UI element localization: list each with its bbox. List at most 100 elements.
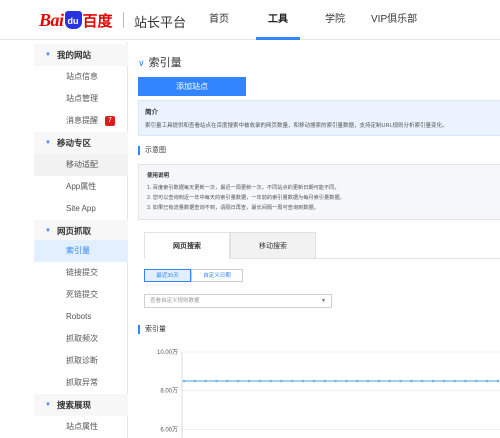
data-point[interactable] bbox=[204, 379, 207, 383]
page-title-text: 索引量 bbox=[148, 57, 182, 69]
triangle-down-icon: ▼ bbox=[45, 402, 51, 408]
sidebar-item-app-attr[interactable]: App属性 bbox=[34, 176, 128, 198]
sidebar-item-crawl-errors[interactable]: 抓取异常 bbox=[34, 372, 128, 394]
y-tick-label: 10.00万 bbox=[157, 349, 178, 356]
sidebar-item-label: 抓取异常 bbox=[66, 378, 98, 387]
sidebar: ▼ 我的网站 站点信息 站点管理 消息提醒 7 ▼ 移动专区 移动适配 App属… bbox=[34, 42, 128, 438]
data-point[interactable] bbox=[280, 379, 283, 383]
tab-mobile-search[interactable]: 移动搜索 bbox=[230, 232, 316, 259]
sidebar-group-my-sites[interactable]: ▼ 我的网站 bbox=[34, 44, 128, 66]
data-point[interactable] bbox=[193, 379, 197, 383]
data-point[interactable] bbox=[399, 379, 402, 383]
sidebar-group-crawl[interactable]: ▼ 网页抓取 bbox=[34, 220, 128, 242]
data-point[interactable] bbox=[464, 379, 467, 383]
chevron-down-icon: ∨ bbox=[138, 58, 145, 68]
data-point[interactable] bbox=[301, 379, 305, 383]
sidebar-item-index-volume[interactable]: 索引量 bbox=[34, 240, 128, 262]
main-content: ∨ 索引量 添加站点 简介 索引量工具提供和查看站点在百度搜索中被收录的网页数量，… bbox=[128, 42, 500, 438]
triangle-down-icon: ▼ bbox=[45, 140, 51, 146]
data-point[interactable] bbox=[236, 379, 240, 383]
sidebar-item-link-submit[interactable]: 链接提交 bbox=[34, 262, 128, 284]
data-point[interactable] bbox=[388, 379, 392, 383]
data-point[interactable] bbox=[442, 379, 446, 383]
usage-heading: 使用说明 bbox=[147, 173, 170, 179]
sidebar-item-site-app[interactable]: Site App bbox=[34, 198, 128, 220]
site-title: 站长平台 bbox=[134, 15, 187, 30]
select-placeholder: 查看自定义规则数据 bbox=[150, 298, 200, 304]
logo-text-baidu: 百度 bbox=[82, 12, 113, 30]
caret-down-icon: ▼ bbox=[321, 298, 326, 304]
paw-icon: du bbox=[64, 11, 82, 29]
usage-instructions-box: 使用说明 1. 百度索引数据每天更新一次，最迟一周更新一次，不同站点的更新日期可… bbox=[138, 164, 500, 220]
sidebar-item-label: Site App bbox=[66, 204, 96, 213]
data-point[interactable] bbox=[215, 379, 218, 383]
data-point[interactable] bbox=[377, 379, 381, 383]
index-volume-chart: 10.00万 8.00万 6.00万 bbox=[157, 349, 500, 438]
sidebar-item-label: 抓取频次 bbox=[66, 334, 98, 343]
sidebar-item-dead-link-submit[interactable]: 死链提交 bbox=[34, 284, 128, 306]
intro-box: 简介 索引量工具提供和查看站点在百度搜索中被收录的网页数量，和移动搜索的索引量数… bbox=[138, 100, 500, 136]
baidu-logo[interactable]: Bai du 百度 bbox=[39, 9, 115, 31]
logo-text-bai: Bai bbox=[39, 9, 64, 30]
data-point[interactable] bbox=[182, 379, 186, 383]
sidebar-item-label: 链接提交 bbox=[66, 268, 98, 277]
data-point[interactable] bbox=[420, 379, 424, 383]
data-point[interactable] bbox=[258, 379, 262, 383]
last-30-days-button[interactable]: 最近30天 bbox=[144, 269, 191, 282]
data-point[interactable] bbox=[366, 379, 370, 383]
sidebar-item-mobile-adapt[interactable]: 移动适配 bbox=[34, 154, 128, 176]
usage-line: 2. 您可以查询到近一年中每天的索引量数据，一年前的索引量数据为每月索引量数据。 bbox=[147, 195, 345, 201]
sidebar-group-label: 搜索展现 bbox=[57, 400, 92, 410]
nav-home[interactable]: 首页 bbox=[209, 0, 229, 40]
diagram-section-title: 示意图 bbox=[138, 146, 166, 155]
data-point[interactable] bbox=[475, 379, 478, 383]
data-point[interactable] bbox=[290, 379, 294, 383]
data-point[interactable] bbox=[247, 379, 251, 383]
triangle-down-icon: ▼ bbox=[45, 228, 51, 234]
sidebar-item-crawl-frequency[interactable]: 抓取频次 bbox=[34, 328, 128, 350]
data-point[interactable] bbox=[355, 379, 359, 383]
intro-heading: 简介 bbox=[145, 109, 158, 116]
usage-line: 1. 百度索引数据每天更新一次，最迟一周更新一次，不同站点的更新日期可能不同。 bbox=[147, 185, 340, 191]
custom-rule-select[interactable]: 查看自定义规则数据 ▼ bbox=[144, 294, 332, 308]
data-point[interactable] bbox=[410, 379, 413, 383]
data-point[interactable] bbox=[496, 379, 500, 383]
sidebar-group-label: 我的网站 bbox=[57, 50, 92, 60]
header-divider bbox=[123, 12, 124, 28]
sidebar-item-label: Robots bbox=[66, 312, 92, 321]
top-header: Bai du 百度 站长平台 首页 工具 学院 VIP俱乐部 bbox=[0, 0, 500, 40]
sidebar-group-label: 移动专区 bbox=[57, 138, 92, 148]
nav-vip-club[interactable]: VIP俱乐部 bbox=[371, 0, 417, 40]
sidebar-item-label: 站点属性 bbox=[66, 422, 98, 431]
page-title: ∨ 索引量 bbox=[138, 54, 182, 70]
sidebar-group-label: 网页抓取 bbox=[57, 226, 92, 236]
custom-date-button[interactable]: 自定义日期 bbox=[191, 269, 243, 282]
sidebar-item-site-manage[interactable]: 站点管理 bbox=[34, 88, 128, 110]
search-type-tabs: 网页搜索 移动搜索 I bbox=[144, 232, 500, 259]
data-point[interactable] bbox=[485, 379, 489, 383]
tab-web-search[interactable]: 网页搜索 bbox=[144, 232, 230, 259]
data-point[interactable] bbox=[431, 379, 435, 383]
data-point[interactable] bbox=[226, 379, 229, 383]
data-point[interactable] bbox=[269, 379, 272, 383]
nav-tools[interactable]: 工具 bbox=[256, 0, 300, 40]
sidebar-item-messages[interactable]: 消息提醒 7 bbox=[34, 110, 128, 132]
sidebar-item-robots[interactable]: Robots bbox=[34, 306, 128, 328]
chart-section-title: 索引量 bbox=[138, 325, 166, 334]
usage-line: 3. 如果已有流量数据查询不到，请隔日再查，最长间隔一周可查询到数据。 bbox=[147, 205, 319, 211]
data-point[interactable] bbox=[312, 379, 316, 383]
sidebar-item-crawl-diagnose[interactable]: 抓取诊断 bbox=[34, 350, 128, 372]
data-point[interactable] bbox=[323, 379, 327, 383]
sidebar-item-site-attr[interactable]: 站点属性 bbox=[34, 416, 128, 438]
add-site-button[interactable]: 添加站点 bbox=[138, 77, 246, 96]
sidebar-group-search-display[interactable]: ▼ 搜索展现 bbox=[34, 394, 128, 416]
data-point[interactable] bbox=[334, 379, 337, 383]
sidebar-item-label: App属性 bbox=[66, 182, 97, 191]
nav-academy[interactable]: 学院 bbox=[325, 0, 345, 40]
sidebar-item-label: 移动适配 bbox=[66, 160, 98, 169]
sidebar-item-site-info[interactable]: 站点信息 bbox=[34, 66, 128, 88]
data-point[interactable] bbox=[453, 379, 456, 383]
sidebar-group-mobile[interactable]: ▼ 移动专区 bbox=[34, 132, 128, 154]
data-point[interactable] bbox=[345, 379, 348, 383]
message-count-badge: 7 bbox=[105, 116, 115, 126]
